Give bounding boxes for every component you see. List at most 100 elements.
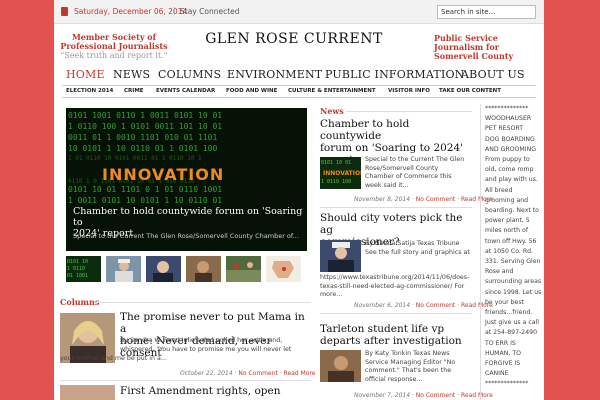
news-section-divider [346, 111, 472, 112]
sub-nav: ELECTION 2014 CRIME EVENTS CALENDAR FOOD… [62, 84, 536, 98]
news-article-3-thumbnail[interactable] [320, 350, 361, 382]
nav-news[interactable]: NEWS [113, 68, 150, 81]
site-title[interactable]: GLEN ROSE CURRENT [189, 31, 399, 47]
subnav-culture-entertainment[interactable]: CULTURE & ENTERTAINMENT [288, 88, 376, 94]
column-comments-link[interactable]: No Comment [238, 370, 277, 377]
news-3-excerpt-line3: comment." That's been the [365, 367, 452, 374]
column-read-more-link[interactable]: Read More [284, 370, 316, 377]
columns-section-divider [94, 302, 311, 303]
ad-line: boarding. Next to [485, 207, 539, 215]
svg-text:0101 10 01: 0101 10 01 [321, 160, 351, 166]
news-article-3-meta: November 7, 2014 · No Comment · Read Mor… [354, 392, 493, 399]
search-input[interactable]: Search in site... [437, 5, 536, 19]
svg-text:0101 10 01 1101 0 1 01 0110 10: 0101 10 01 1101 0 1 01 0110 1001 [68, 185, 222, 194]
news-article-2-excerpt-full: https://www.texastribune.org/2014/11/06/… [320, 274, 472, 300]
news-2-excerpt-url-line3: more... [320, 291, 343, 298]
nav-about-us[interactable]: ABOUT US [461, 68, 525, 81]
ad-line: since 1998. Let us [485, 288, 542, 296]
ad-line: old, come romp [485, 166, 534, 174]
slider-thumb-4[interactable] [186, 256, 221, 282]
nav-home[interactable]: HOME [66, 68, 105, 81]
featured-slider[interactable]: 0101 1001 0110 1 0011 0101 10 01 1 0110 … [66, 108, 307, 251]
main-nav: HOME NEWS COLUMNS ENVIRONMENT PUBLIC INF… [62, 64, 536, 86]
svg-text:01 1001: 01 1001 [67, 273, 88, 279]
news-article-2-thumbnail[interactable] [320, 240, 361, 272]
ad-line: and play with us. [485, 176, 538, 184]
topbar-separator: | [173, 6, 176, 15]
slider-thumbnails: 0101 10 1 0110 01 1001 [66, 256, 307, 282]
subnav-events-calendar[interactable]: EVENTS CALENDAR [156, 88, 215, 94]
ps-line3: Somervell County [434, 51, 514, 61]
news-2-excerpt-url-line1: https://www.texastribune.org/2014/11/06/… [320, 274, 470, 281]
news-section-label[interactable]: News [320, 106, 344, 116]
ad-line: town off Hwy. 56 [485, 237, 537, 245]
slider-thumb-5[interactable] [226, 256, 261, 282]
subnav-crime[interactable]: CRIME [124, 88, 144, 94]
news-section: News Chamber to hold countywide forum on… [320, 104, 493, 400]
innovation-word: INNOVATION [102, 165, 224, 184]
ad-line: FORGIVE IS [485, 360, 521, 368]
nav-columns[interactable]: COLUMNS [158, 68, 221, 81]
ad-line: DOG BOARDING [485, 135, 535, 143]
news-1-excerpt-line2: Rose/Somervell County [365, 164, 439, 172]
subnav-food-and-wine[interactable]: FOOD AND WINE [226, 88, 277, 94]
ad-line: miles north of [485, 227, 528, 235]
sidebar-ad: ************** WOODHAUSER PET RESORT DOG… [480, 104, 542, 400]
subnav-take-our-content[interactable]: TAKE OUR CONTENT [439, 88, 501, 94]
ad-line: TO ERR IS [485, 339, 516, 347]
news-1-title-line2: forum on 'Soaring to 2024' [320, 142, 464, 154]
ad-line: All breed [485, 186, 513, 194]
columns-article-divider [60, 380, 311, 381]
spj-badge: Member Society of Professional Journalis… [54, 33, 174, 61]
column-article2-title[interactable]: First Amendment rights, open [120, 385, 281, 397]
ad-line: at 1050 Co. Rd. [485, 247, 534, 255]
stay-connected-link[interactable]: Stay Connected [180, 7, 240, 16]
subnav-visitor-info[interactable]: VISITOR INFO [388, 88, 430, 94]
column-excerpt-line1: By Sandra W. Reed Julie's dad pulled her… [120, 337, 283, 344]
svg-text:0101 10: 0101 10 [67, 259, 88, 265]
slider-thumb-1[interactable]: 0101 10 1 0110 01 1001 [66, 256, 101, 282]
news-article-2-meta: November 6, 2014 · No Comment · Read Mor… [354, 302, 493, 309]
news-article-3-excerpt: By Katy Tonkin Texas News Service Managi… [365, 350, 473, 384]
news-1-title-line1: Chamber to hold countywide [320, 118, 410, 142]
news-3-excerpt-line2: Service Managing Editor "No [365, 358, 456, 366]
news-3-excerpt-line4: official response... [365, 375, 423, 383]
slider-thumb-6[interactable] [266, 256, 301, 282]
top-bar: Saturday, December 06, 2014 | Stay Conne… [54, 0, 544, 24]
svg-text:0101 1001 0110 1 0011 0101 10: 0101 1001 0110 1 0011 0101 10 01 [68, 111, 222, 120]
nav-public-information[interactable]: PUBLIC INFORMATION [325, 68, 465, 81]
news-2-title-line1: Should city voters pick the ag [320, 212, 463, 236]
subnav-election-2014[interactable]: ELECTION 2014 [66, 88, 113, 94]
page: Saturday, December 06, 2014 | Stay Conne… [54, 0, 544, 400]
ad-line: HUMAN, TO [485, 349, 521, 357]
ad-line: surrounding areas [485, 278, 542, 286]
news-2-excerpt-line2: See the full story and graphics at [365, 248, 470, 256]
news-1-comments-link[interactable]: No Comment [416, 196, 455, 203]
news-article-3-title[interactable]: Tarleton student life vp departs after i… [320, 323, 472, 347]
news-3-excerpt-line1: By Katy Tonkin Texas News [365, 350, 450, 357]
news-3-comments-link[interactable]: No Comment [416, 392, 455, 399]
ad-line: ************** [485, 105, 529, 112]
column-excerpt-line3: your mother and me be put in a... [60, 355, 167, 362]
news-1-excerpt-line3: Chamber of Commerce this [365, 173, 452, 180]
svg-text:0011 01 1 0010 1101 010 01 110: 0011 01 1 0010 1101 010 01 1101 [68, 133, 217, 142]
ad-line: CANINE [485, 370, 509, 378]
ad-line: at 254-897-2490 [485, 329, 538, 337]
svg-text:INNOVATION: INNOVATION [323, 170, 361, 177]
slider-thumb-2[interactable] [106, 256, 141, 282]
svg-text:1 0110 100: 1 0110 100 [321, 179, 351, 185]
svg-text:1 0110 100 1 0101 0011 101 10: 1 0110 100 1 0101 0011 101 10 01 [68, 122, 222, 131]
svg-text:1 0110: 1 0110 [67, 266, 85, 272]
ad-line: ************** [485, 380, 529, 388]
news-divider-2 [320, 313, 472, 314]
column-article2-thumbnail[interactable] [60, 385, 115, 400]
news-2-comments-link[interactable]: No Comment [416, 302, 455, 309]
svg-text:10 0101 1 10 0110 01 1 0101 10: 10 0101 1 10 0110 01 1 0101 100 [68, 144, 217, 153]
column-article-date: October 22, 2014 [180, 370, 233, 377]
slider-thumb-3[interactable] [146, 256, 181, 282]
news-article-1-thumbnail[interactable]: 0101 10 01 1 0110 100 INNOVATION [320, 157, 361, 189]
ad-line: From puppy to [485, 156, 530, 164]
nav-environment[interactable]: ENVIRONMENT [227, 68, 322, 81]
ad-line: grooming and [485, 196, 529, 204]
ad-line: AND GROOMING [485, 145, 537, 153]
